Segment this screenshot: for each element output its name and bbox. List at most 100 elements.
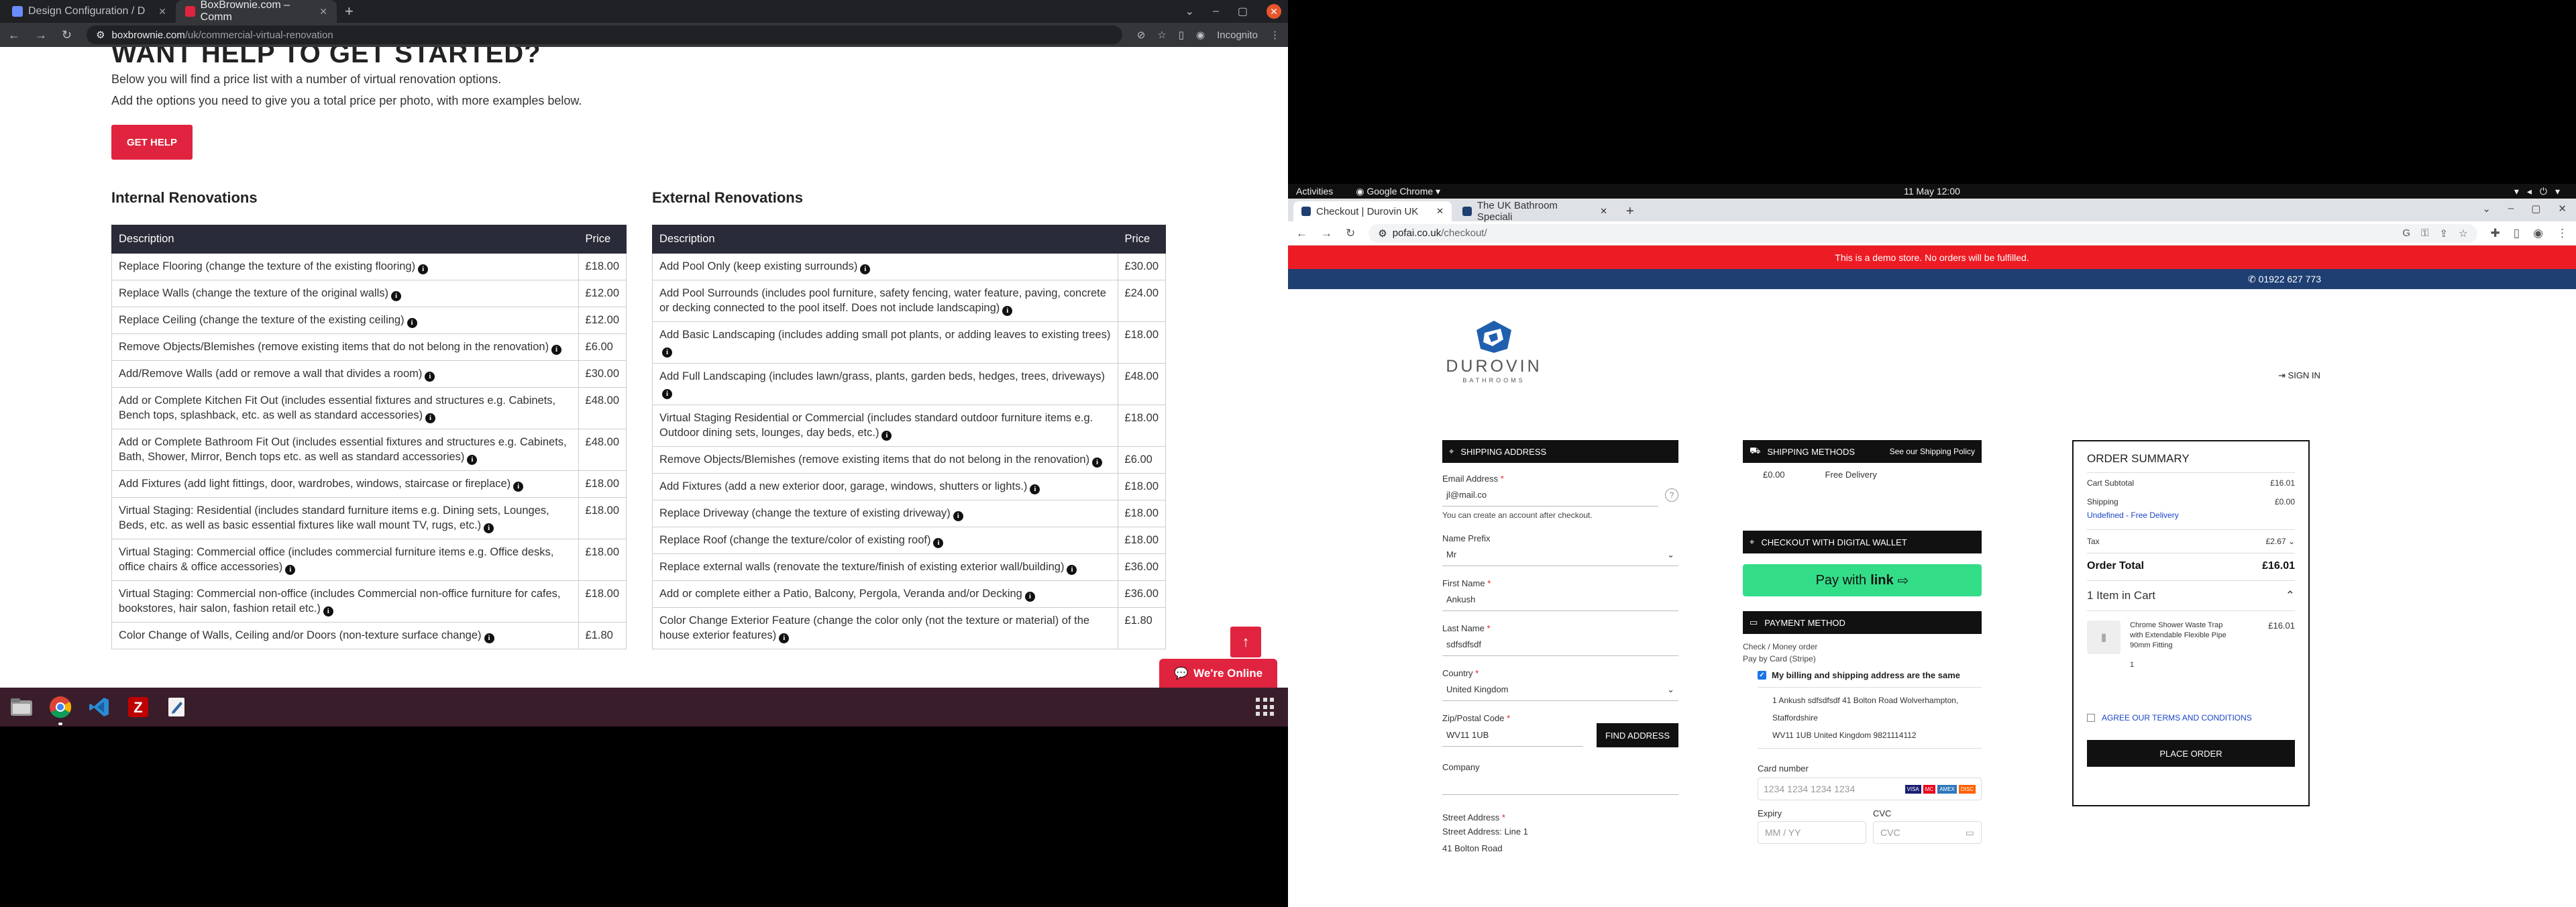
info-icon[interactable]: i [881,431,892,441]
cvc-field[interactable]: CVC ▭ [1873,821,1982,844]
info-icon[interactable]: i [391,291,402,301]
files-app-icon[interactable] [7,692,36,722]
same-address-checkbox[interactable]: ✓ [1758,671,1766,680]
terms-checkbox[interactable] [2087,714,2095,722]
info-icon[interactable]: i [953,511,963,521]
tab-search-icon[interactable]: ⌄ [1185,5,1194,18]
info-icon[interactable]: i [513,482,524,492]
app-grid-icon[interactable] [1256,698,1275,716]
info-icon[interactable]: i [933,538,944,548]
payment-card-option[interactable]: Pay by Card (Stripe) [1743,654,1982,663]
share-icon[interactable]: ⇪ [2440,227,2449,239]
pay-with-link-button[interactable]: Pay with link ⇨ [1743,564,1982,596]
close-window-icon[interactable]: ✕ [2558,203,2567,215]
minimize-icon[interactable]: – [1213,5,1219,17]
tab-checkout[interactable]: Checkout | Durovin UK ✕ [1293,201,1452,221]
eye-off-icon[interactable]: ⊘ [1137,29,1146,41]
help-icon[interactable]: ? [1665,488,1678,502]
new-tab-button[interactable]: + [335,0,363,23]
items-in-cart-toggle[interactable]: 1 Item in Cart ⌃ [2087,589,2295,602]
chrome-app-icon[interactable] [46,692,75,725]
close-window-icon[interactable]: ✕ [1267,4,1281,19]
company-field[interactable] [1442,772,1678,795]
reload-icon[interactable]: ↻ [1346,227,1355,240]
text-editor-app-icon[interactable] [162,692,192,722]
new-tab-button[interactable]: + [1618,201,1642,221]
forward-icon[interactable]: → [1321,227,1332,240]
info-icon[interactable]: i [407,318,417,328]
shipping-option[interactable]: £0.00 Free Delivery [1743,463,1982,486]
activities-button[interactable]: Activities [1296,186,1333,197]
vscode-app-icon[interactable] [85,692,114,722]
first-name-field[interactable]: Ankush [1442,588,1678,611]
get-help-button[interactable]: GET HELP [111,125,193,160]
card-number-field[interactable]: 1234 1234 1234 1234 VISA MC AMEX DISC [1758,778,1982,800]
terms-link[interactable]: AGREE OUR TERMS AND CONDITIONS [2102,713,2252,723]
key-icon[interactable]: ⚿ [2421,227,2428,239]
close-tab-icon[interactable]: ✕ [1436,206,1444,217]
menu-icon[interactable]: ⋮ [1270,29,1280,41]
chat-online-button[interactable]: 💬 We're Online [1159,659,1277,688]
info-icon[interactable]: i [551,345,562,355]
address-bar[interactable]: ⚙ pofai.co.uk/checkout/ G ⚿ ⇪ ☆ [1368,223,2477,243]
minimize-icon[interactable]: – [2508,203,2514,215]
chrome-app-menu[interactable]: ◉ Google Chrome ▾ [1356,186,1440,197]
reload-icon[interactable]: ↻ [62,28,72,42]
info-icon[interactable]: i [467,455,478,465]
info-icon[interactable]: i [860,264,871,274]
phone-number[interactable]: 01922 627 773 [2259,274,2321,284]
close-tab-icon[interactable]: ✕ [158,6,166,17]
shipping-policy-link[interactable]: See our Shipping Policy [1890,447,1975,456]
maximize-icon[interactable]: ▢ [1238,5,1248,18]
info-icon[interactable]: i [425,413,436,423]
tab-design-configuration[interactable]: Design Configuration / D ✕ [3,0,176,23]
profile-avatar[interactable]: ◉ [2533,227,2543,240]
bookmark-star-icon[interactable]: ☆ [2459,227,2467,239]
place-order-button[interactable]: PLACE ORDER [2087,740,2295,767]
site-info-icon[interactable]: ⚙ [1378,227,1387,239]
sign-in-link[interactable]: ⇥ SIGN IN [2278,370,2320,381]
zip-field[interactable]: WV11 1UB [1442,724,1583,747]
forward-icon[interactable]: → [35,28,47,42]
info-icon[interactable]: i [1002,306,1013,316]
info-icon[interactable]: i [418,264,429,274]
extensions-icon[interactable]: ✚ [2491,227,2500,240]
info-icon[interactable]: i [662,348,672,358]
tax-row[interactable]: Tax £2.67 ⌄ [2087,537,2295,546]
info-icon[interactable]: i [1092,458,1103,468]
info-icon[interactable]: i [425,372,435,382]
find-address-button[interactable]: FIND ADDRESS [1597,723,1678,747]
site-info-icon[interactable]: ⚙ [96,29,105,41]
address-bar[interactable]: ⚙ boxbrownie.com/uk/commercial-virtual-r… [87,25,1122,44]
info-icon[interactable]: i [1067,565,1077,575]
durovin-logo[interactable]: DUROVIN BATHROOMS [1437,319,1551,386]
prefix-select[interactable]: Mr ⌄ [1442,543,1678,566]
bookmark-star-icon[interactable]: ☆ [1157,29,1166,41]
back-icon[interactable]: ← [8,28,20,42]
side-panel-icon[interactable]: ▯ [1179,29,1184,41]
payment-check-option[interactable]: Check / Money order [1743,642,1982,651]
info-icon[interactable]: i [484,633,494,643]
scroll-to-top-button[interactable]: ↑ [1230,627,1261,657]
tab-search-icon[interactable]: ⌄ [2482,203,2491,215]
tab-bathroom-specialist[interactable]: The UK Bathroom Speciali ✕ [1454,200,1615,223]
clock[interactable]: 11 May 12:00 [1904,186,1960,197]
menu-icon[interactable]: ⋮ [2557,227,2568,240]
filezilla-app-icon[interactable]: Z [123,692,153,722]
back-icon[interactable]: ← [1296,227,1307,240]
close-tab-icon[interactable]: ✕ [319,6,327,17]
google-lens-icon[interactable]: G [2402,227,2410,239]
close-tab-icon[interactable]: ✕ [1600,206,1607,217]
maximize-icon[interactable]: ▢ [2531,203,2540,215]
info-icon[interactable]: i [484,523,494,533]
info-icon[interactable]: i [662,389,672,399]
expiry-field[interactable]: MM / YY [1758,821,1866,844]
street-line1-field[interactable]: 41 Bolton Road [1442,843,1678,853]
system-tray-icon[interactable]: ▾◂⏻▾ [2514,186,2568,197]
info-icon[interactable]: i [779,633,790,643]
last-name-field[interactable]: sdfsdfsdf [1442,633,1678,656]
info-icon[interactable]: i [323,606,333,617]
side-panel-icon[interactable]: ▯ [2514,227,2520,240]
email-field[interactable]: jl@mail.co [1442,484,1658,506]
tab-boxbrownie[interactable]: BoxBrownie.com – Comm ✕ [176,0,337,23]
